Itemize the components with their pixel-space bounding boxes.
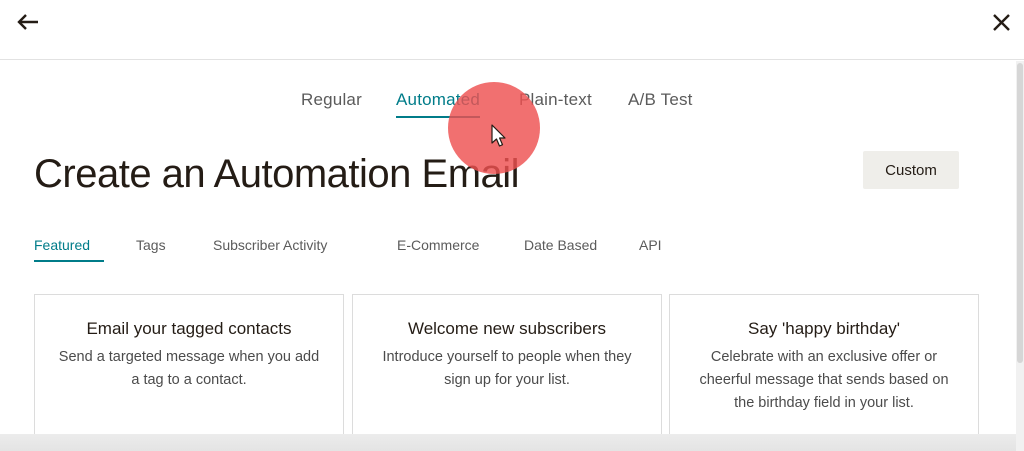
- scrollbar[interactable]: [1016, 61, 1024, 451]
- card-tagged-contacts[interactable]: Email your tagged contacts Send a target…: [34, 294, 344, 434]
- card-title: Email your tagged contacts: [86, 319, 292, 338]
- card-welcome-subscribers[interactable]: Welcome new subscribers Introduce yourse…: [352, 294, 662, 434]
- bottom-fade: [0, 434, 1016, 451]
- category-tabs: Featured Tags Subscriber Activity E-Comm…: [0, 237, 1016, 265]
- card-happy-birthday[interactable]: Say 'happy birthday' Celebrate with an e…: [669, 294, 979, 434]
- card-description: Introduce yourself to people when they s…: [382, 349, 632, 388]
- tab-regular[interactable]: Regular: [301, 90, 362, 110]
- tab-plain-text[interactable]: Plain-text: [519, 90, 592, 110]
- card-title: Welcome new subscribers: [407, 319, 607, 338]
- tab-tags[interactable]: Tags: [136, 237, 166, 253]
- mouse-pointer-icon: [490, 124, 508, 148]
- close-icon[interactable]: [988, 10, 1016, 36]
- tab-featured[interactable]: Featured: [34, 237, 105, 262]
- tab-date-based[interactable]: Date Based: [524, 237, 597, 253]
- tab-ab-test[interactable]: A/B Test: [628, 90, 693, 110]
- page-title: Create an Automation Email: [34, 152, 520, 196]
- scrollbar-thumb[interactable]: [1017, 63, 1023, 363]
- tab-e-commerce[interactable]: E-Commerce: [397, 237, 479, 253]
- card-description: Send a targeted message when you add a t…: [58, 349, 320, 388]
- tab-automated[interactable]: Automated: [396, 90, 481, 118]
- email-type-tabs: Regular Automated Plain-text A/B Test: [0, 90, 1016, 120]
- card-title: Say 'happy birthday': [747, 319, 901, 338]
- arrow-left-icon[interactable]: [14, 10, 44, 36]
- custom-button[interactable]: Custom: [863, 151, 959, 189]
- top-bar: [0, 0, 1024, 60]
- tab-subscriber-activity[interactable]: Subscriber Activity: [213, 237, 327, 253]
- tab-api[interactable]: API: [639, 237, 662, 253]
- card-description: Celebrate with an exclusive offer or che…: [699, 349, 949, 411]
